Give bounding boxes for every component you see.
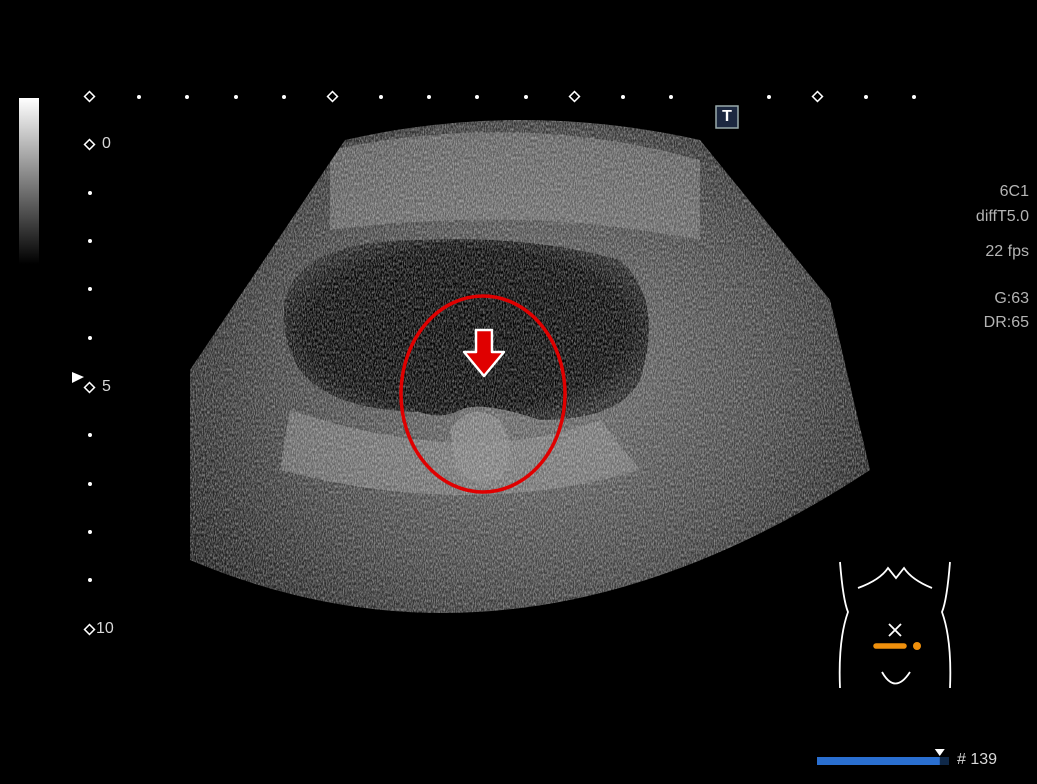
depth-label-10: 10 — [96, 620, 114, 637]
frame-number: # 139 — [957, 751, 998, 768]
depth-label-0: 0 — [102, 135, 111, 152]
probe-name: 6C1 — [999, 183, 1029, 200]
ultrasound-viewport: 0 5 10 T 6C1 diffT5.0 22 fps G:63 DR:65 … — [0, 0, 1037, 779]
frame-caret-icon[interactable] — [934, 749, 945, 756]
greyscale-bar — [19, 98, 39, 264]
gain-value: G:63 — [994, 290, 1029, 307]
cine-frame-bar[interactable] — [817, 749, 949, 765]
preset-name: diffT5.0 — [975, 208, 1029, 225]
body-pictogram-icon — [838, 561, 952, 689]
transducer-marker-icon — [873, 642, 921, 650]
ultrasound-image — [19, 90, 952, 765]
focus-triangle — [72, 372, 84, 383]
depth-scale — [83, 138, 96, 636]
frame-rate: 22 fps — [985, 243, 1029, 260]
lateral-scale — [83, 90, 916, 103]
top-marker-label: T — [722, 108, 732, 125]
depth-label-5: 5 — [102, 378, 111, 395]
dynamic-range-value: DR:65 — [983, 314, 1029, 331]
scan-sector — [190, 120, 870, 613]
